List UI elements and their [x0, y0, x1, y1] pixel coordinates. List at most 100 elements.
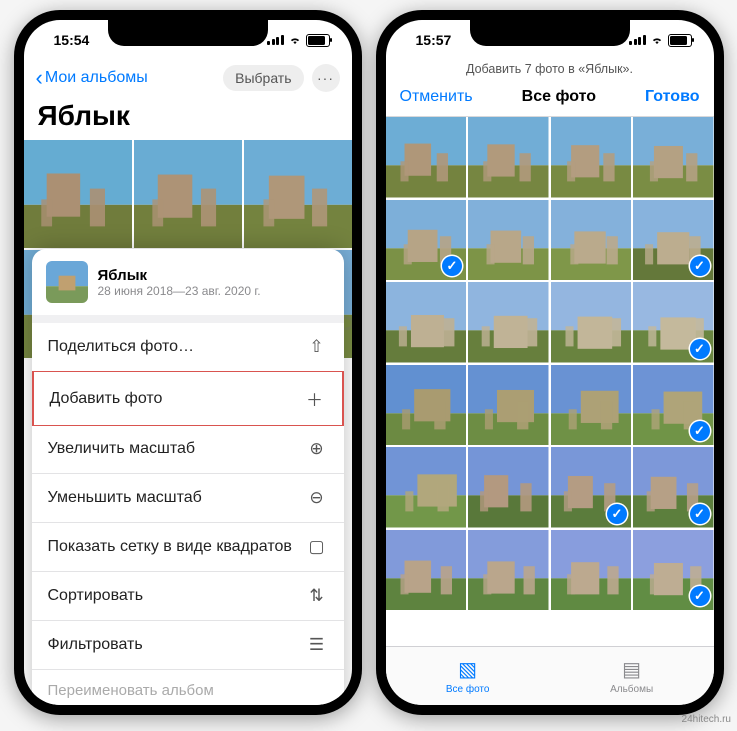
page-watermark: 24hitech.ru: [682, 714, 731, 725]
check-icon: [690, 586, 710, 606]
sheet-item-label: Сортировать: [48, 587, 144, 605]
sheet-item-label: Показать сетку в виде квадратов: [48, 538, 292, 556]
screen-right: 15:57 Добавить 7 фото в «Яблык». Отменит…: [386, 20, 714, 705]
sheet-item-grid[interactable]: Показать сетку в виде квадратов ▢: [32, 523, 344, 572]
tab-all-photos[interactable]: ▧ Все фото: [446, 657, 490, 695]
picker-thumb[interactable]: [386, 447, 467, 528]
picker-thumb[interactable]: [386, 282, 467, 363]
sort-icon: ⇅: [306, 586, 328, 606]
picker-thumb[interactable]: [551, 117, 632, 198]
wifi-icon: [288, 35, 302, 45]
picker-thumb[interactable]: [551, 282, 632, 363]
notch: [108, 20, 268, 46]
nav-bar: ‹ Мои альбомы Выбрать ···: [24, 60, 352, 96]
picker-thumb[interactable]: [468, 117, 549, 198]
albums-icon: ▤: [622, 657, 641, 682]
picker-grid-scroll[interactable]: [386, 117, 714, 646]
sheet-item-label: Фильтровать: [48, 636, 143, 654]
sheet-subtitle: 28 июня 2018—23 авг. 2020 г.: [98, 284, 261, 298]
sheet-body: Поделиться фото… ⇧Добавить фото ＋Увеличи…: [32, 315, 344, 670]
tab-label: Все фото: [446, 684, 490, 695]
status-icons: [267, 34, 330, 47]
picker-thumb[interactable]: [386, 530, 467, 611]
picker-thumb[interactable]: [633, 282, 714, 363]
album-title: Яблык: [24, 96, 352, 140]
picker-thumb[interactable]: [468, 282, 549, 363]
picker-thumb[interactable]: [633, 365, 714, 446]
picker-thumb[interactable]: [551, 365, 632, 446]
sheet-item-label: Добавить фото: [50, 390, 163, 408]
share-icon: ⇧: [306, 337, 328, 357]
album-thumb[interactable]: [134, 140, 242, 248]
check-icon: [690, 339, 710, 359]
sheet-item-filter[interactable]: Фильтровать ☰: [32, 621, 344, 670]
check-icon: [690, 256, 710, 276]
signal-icon: [267, 35, 284, 45]
status-time: 15:57: [416, 32, 452, 48]
tab-albums[interactable]: ▤ Альбомы: [610, 657, 653, 695]
picker-thumb[interactable]: [633, 117, 714, 198]
tab-bar: ▧ Все фото ▤ Альбомы: [386, 646, 714, 705]
phone-left: 15:54 ‹ Мои альбомы Выбрать ··· Яблык: [14, 10, 362, 715]
picker-nav: Отменить Все фото Готово: [386, 82, 714, 117]
picker-thumb[interactable]: [386, 117, 467, 198]
picker-thumb[interactable]: [633, 530, 714, 611]
picker-thumb[interactable]: [468, 530, 549, 611]
photos-icon: ▧: [458, 657, 477, 682]
select-button[interactable]: Выбрать: [223, 65, 303, 91]
picker-thumb[interactable]: [468, 365, 549, 446]
screen-left: 15:54 ‹ Мои альбомы Выбрать ··· Яблык: [24, 20, 352, 705]
check-icon: [607, 504, 627, 524]
picker-grid: [386, 117, 714, 610]
album-thumb[interactable]: [24, 140, 132, 248]
picker-thumb[interactable]: [551, 530, 632, 611]
sheet-item-sort[interactable]: Сортировать ⇅: [32, 572, 344, 621]
sheet-item-plus[interactable]: Добавить фото ＋: [32, 371, 344, 426]
sheet-item-zoom-out[interactable]: Уменьшить масштаб ⊖: [32, 474, 344, 523]
status-icons: [629, 34, 692, 47]
picker-thumb[interactable]: [386, 365, 467, 446]
sheet-header: Яблык 28 июня 2018—23 авг. 2020 г.: [32, 249, 344, 315]
sheet-thumbnail: [46, 261, 88, 303]
picker-thumb[interactable]: [468, 447, 549, 528]
tab-label: Альбомы: [610, 684, 653, 695]
action-sheet: Яблык 28 июня 2018—23 авг. 2020 г. Подел…: [32, 249, 344, 705]
picker-thumb[interactable]: [386, 200, 467, 281]
album-thumb[interactable]: [244, 140, 352, 248]
filter-icon: ☰: [306, 635, 328, 655]
more-button[interactable]: ···: [312, 64, 340, 92]
picker-title: Добавить 7 фото в «Яблык».: [386, 60, 714, 82]
picker-thumb[interactable]: [468, 200, 549, 281]
check-icon: [690, 504, 710, 524]
sheet-item-label: Уменьшить масштаб: [48, 489, 202, 507]
check-icon: [690, 421, 710, 441]
check-icon: [442, 256, 462, 276]
picker-nav-title: Все фото: [522, 88, 596, 106]
sheet-item-label: Увеличить масштаб: [48, 440, 196, 458]
status-time: 15:54: [54, 32, 90, 48]
signal-icon: [629, 35, 646, 45]
back-button[interactable]: ‹ Мои альбомы: [36, 67, 148, 89]
back-label: Мои альбомы: [45, 69, 148, 87]
battery-icon: [668, 34, 692, 47]
sheet-title: Яблык: [98, 267, 261, 284]
cancel-button[interactable]: Отменить: [400, 88, 473, 106]
battery-icon: [306, 34, 330, 47]
plus-icon: ＋: [304, 386, 326, 411]
grid-icon: ▢: [306, 537, 328, 557]
sheet-item-label: Поделиться фото…: [48, 338, 195, 356]
zoom-out-icon: ⊖: [306, 488, 328, 508]
notch: [470, 20, 630, 46]
picker-thumb[interactable]: [633, 200, 714, 281]
phone-right: 15:57 Добавить 7 фото в «Яблык». Отменит…: [376, 10, 724, 715]
wifi-icon: [650, 35, 664, 45]
zoom-in-icon: ⊕: [306, 439, 328, 459]
sheet-item-zoom-in[interactable]: Увеличить масштаб ⊕: [32, 425, 344, 474]
picker-thumb[interactable]: [551, 200, 632, 281]
picker-thumb[interactable]: [551, 447, 632, 528]
done-button[interactable]: Готово: [645, 88, 699, 106]
picker-thumb[interactable]: [633, 447, 714, 528]
chevron-left-icon: ‹: [36, 67, 43, 89]
sheet-item-share[interactable]: Поделиться фото… ⇧: [32, 323, 344, 372]
rename-album-row[interactable]: Переименовать альбом: [32, 670, 344, 705]
